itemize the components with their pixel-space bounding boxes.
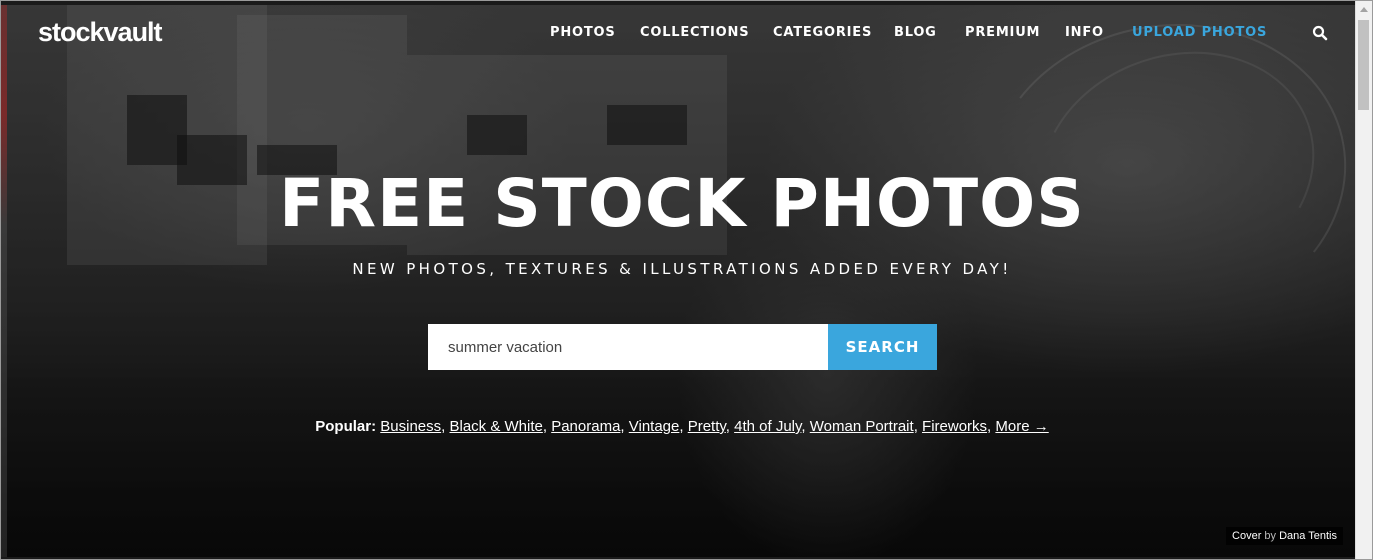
popular-link-4th-of-july[interactable]: 4th of July <box>734 418 801 435</box>
separator: , <box>441 418 446 435</box>
scrollbar-thumb[interactable] <box>1358 20 1369 110</box>
scroll-up-arrow-icon[interactable] <box>1355 1 1372 18</box>
separator: , <box>679 418 684 435</box>
popular-link-vintage[interactable]: Vintage <box>629 418 680 435</box>
popular-link-fireworks[interactable]: Fireworks <box>922 418 987 435</box>
search-icon[interactable] <box>1312 25 1328 41</box>
separator: , <box>801 418 806 435</box>
separator: , <box>725 418 730 435</box>
popular-link-black-white[interactable]: Black & White <box>449 418 542 435</box>
nav-upload-photos[interactable]: UPLOAD PHOTOS <box>1132 25 1267 40</box>
credit-prefix: Cover <box>1232 530 1262 542</box>
popular-link-business[interactable]: Business <box>380 418 441 435</box>
search-input[interactable] <box>428 324 828 370</box>
popular-link-more[interactable]: More → <box>995 418 1048 435</box>
separator: , <box>913 418 918 435</box>
popular-searches: Popular: Business, Black & White, Panora… <box>7 418 1357 435</box>
dark-overlay <box>7 5 1357 557</box>
popular-link-woman-portrait[interactable]: Woman Portrait <box>810 418 914 435</box>
credit-author-link[interactable]: Dana Tentis <box>1279 530 1337 542</box>
nav-photos[interactable]: PHOTOS <box>550 25 616 40</box>
nav-blog[interactable]: BLOG <box>894 25 937 40</box>
site-logo[interactable]: stockvault <box>38 17 163 48</box>
hero-section: stockvault PHOTOS COLLECTIONS CATEGORIES… <box>7 5 1357 557</box>
cover-credit: Cover by Dana Tentis <box>1226 527 1343 545</box>
hero-title: FREE STOCK PHOTOS <box>279 165 1085 242</box>
separator: , <box>620 418 625 435</box>
popular-link-panorama[interactable]: Panorama <box>551 418 620 435</box>
vertical-scrollbar[interactable] <box>1355 1 1372 559</box>
browser-viewport: stockvault PHOTOS COLLECTIONS CATEGORIES… <box>0 0 1373 560</box>
hero-subtitle: NEW PHOTOS, TEXTURES & ILLUSTRATIONS ADD… <box>352 260 1012 278</box>
separator: , <box>542 418 548 435</box>
popular-link-pretty[interactable]: Pretty <box>688 418 726 435</box>
search-form: SEARCH <box>428 324 937 370</box>
separator: , <box>987 418 992 435</box>
credit-by: by <box>1264 530 1277 542</box>
search-button[interactable]: SEARCH <box>828 324 937 370</box>
nav-info[interactable]: INFO <box>1065 25 1104 40</box>
popular-label: Popular: <box>315 418 377 435</box>
nav-categories[interactable]: CATEGORIES <box>773 25 872 40</box>
nav-collections[interactable]: COLLECTIONS <box>640 25 749 40</box>
nav-premium[interactable]: PREMIUM <box>965 25 1040 40</box>
